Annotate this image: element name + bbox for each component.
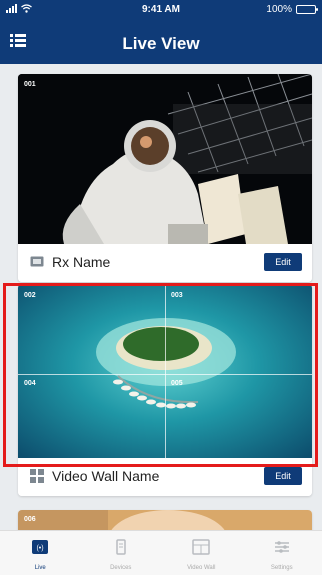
monitor-icon	[30, 256, 44, 267]
battery-status: 100%	[266, 4, 318, 15]
tab-label: Video Wall	[187, 565, 216, 571]
channel-number: 004	[24, 380, 36, 387]
status-bar: 9:41 AM 100%	[0, 0, 322, 20]
page-title: Live View	[122, 34, 200, 53]
rx-preview-thumbnail[interactable]: 001	[18, 74, 312, 244]
video-wall-card[interactable]: 002 003 004 005 Video Wall Name Edit	[18, 284, 312, 496]
tab-label: Settings	[270, 565, 293, 571]
settings-icon	[274, 541, 289, 553]
rx-name-label: Rx Name	[52, 254, 111, 270]
video-wall-icon	[192, 539, 210, 555]
tab-bar: (•) Live Devices Video Wall Settings	[0, 530, 322, 575]
battery-icon	[296, 5, 318, 14]
edit-button[interactable]: Edit	[264, 253, 302, 271]
grid-icon	[30, 469, 44, 483]
channel-number: 006	[24, 516, 36, 523]
tab-settings[interactable]: Settings	[242, 531, 322, 575]
channel-number: 005	[171, 380, 183, 387]
battery-percent: 100%	[266, 4, 292, 15]
edit-button[interactable]: Edit	[264, 467, 302, 485]
wall-divider-horizontal	[18, 374, 312, 375]
video-wall-preview-thumbnail[interactable]: 002 003 004 005	[18, 284, 312, 464]
tab-label: Live	[34, 565, 46, 571]
astronaut-image	[18, 74, 312, 244]
video-wall-card-footer: Video Wall Name Edit	[18, 458, 312, 496]
video-wall-name-label: Video Wall Name	[52, 468, 160, 484]
channel-number: 001	[24, 81, 36, 88]
device-icon	[116, 539, 126, 555]
tab-live[interactable]: (•) Live	[0, 531, 81, 575]
channel-number: 002	[24, 292, 36, 299]
tab-devices[interactable]: Devices	[81, 531, 162, 575]
live-view-icon: (•)	[32, 540, 49, 554]
rx-card[interactable]: 001 Rx Name Edit	[18, 74, 312, 282]
channel-number: 003	[171, 292, 183, 299]
svg-text:(•): (•)	[37, 545, 44, 552]
tab-video-wall[interactable]: Video Wall	[161, 531, 242, 575]
rx-card-footer: Rx Name Edit	[18, 244, 312, 282]
nav-bar: Live View	[0, 20, 322, 64]
tab-label: Devices	[110, 565, 132, 571]
